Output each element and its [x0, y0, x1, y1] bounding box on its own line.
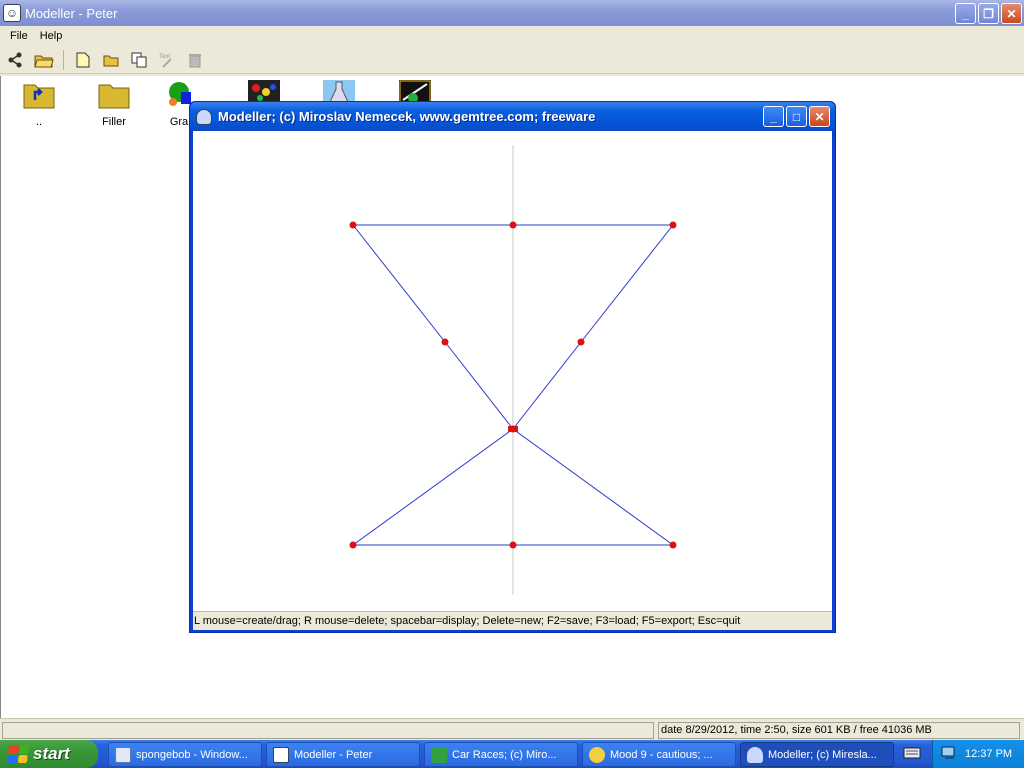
- task-spongebob[interactable]: spongebob - Window...: [108, 742, 262, 767]
- control-point[interactable]: [509, 541, 517, 549]
- toolbar: Text: [0, 46, 1024, 74]
- main-title-bar[interactable]: ☺ Modeller - Peter _ ❐ ✕: [0, 0, 1024, 26]
- new-file-icon[interactable]: [71, 48, 95, 72]
- minimize-button[interactable]: _: [955, 3, 976, 24]
- modeller-drop-icon: [747, 746, 763, 763]
- modeller-close-button[interactable]: ✕: [809, 106, 830, 127]
- modeller-drop-icon: [196, 108, 212, 125]
- task-label: Car Races; (c) Miro...: [452, 748, 557, 761]
- control-point[interactable]: [349, 541, 357, 549]
- start-button[interactable]: start: [0, 740, 98, 768]
- rename-text-icon[interactable]: Text: [155, 48, 179, 72]
- windows-flag-icon: [6, 745, 30, 763]
- center-control-point[interactable]: [508, 426, 518, 432]
- car-races-icon: [431, 746, 447, 763]
- control-point[interactable]: [349, 221, 357, 229]
- tree-icon[interactable]: [4, 48, 28, 72]
- open-folder-icon[interactable]: [32, 48, 56, 72]
- modeller-help-status: L mouse=create/drag; R mouse=delete; spa…: [193, 611, 832, 630]
- control-point[interactable]: [509, 221, 517, 229]
- toolbar-separator: [63, 49, 64, 70]
- menu-file[interactable]: File: [4, 30, 34, 42]
- control-point[interactable]: [669, 541, 677, 549]
- task-label: Mood 9 - cautious; ...: [610, 748, 713, 761]
- main-status-bar: date 8/29/2012, time 2:50, size 601 KB /…: [0, 718, 1024, 740]
- copy-icon[interactable]: [127, 48, 151, 72]
- modeller-maximize-button[interactable]: □: [786, 106, 807, 127]
- keyboard-icon[interactable]: [903, 746, 921, 760]
- taskbar: start spongebob - Window... Modeller - P…: [0, 740, 1024, 768]
- menu-bar: File Help: [0, 26, 1024, 46]
- task-mood[interactable]: Mood 9 - cautious; ...: [582, 742, 736, 767]
- folder-icon: [98, 80, 130, 110]
- status-date-size: date 8/29/2012, time 2:50, size 601 KB /…: [658, 722, 1020, 739]
- file-item-parent[interactable]: ..: [9, 80, 69, 128]
- delete-trash-icon[interactable]: [183, 48, 207, 72]
- modeller-title-bar[interactable]: Modeller; (c) Miroslav Nemecek, www.gemt…: [190, 102, 835, 131]
- task-label: Modeller; (c) Miresla...: [768, 748, 877, 761]
- task-modeller-active[interactable]: Modeller; (c) Miresla...: [740, 742, 894, 767]
- task-label: spongebob - Window...: [136, 748, 248, 761]
- control-point[interactable]: [441, 338, 449, 346]
- restore-button[interactable]: ❐: [978, 3, 999, 24]
- modeller-canvas[interactable]: [193, 131, 832, 611]
- parent-folder-icon: [23, 80, 55, 110]
- modeller-app-icon: ☺: [3, 4, 21, 22]
- smiley-icon: [589, 746, 605, 763]
- main-window-title: Modeller - Peter: [25, 5, 118, 21]
- control-point[interactable]: [577, 338, 585, 346]
- control-point[interactable]: [669, 221, 677, 229]
- close-button[interactable]: ✕: [1001, 3, 1022, 24]
- start-label: start: [33, 744, 70, 763]
- modeller-window: Modeller; (c) Miroslav Nemecek, www.gemt…: [189, 101, 836, 633]
- clock: 12:37 PM: [965, 748, 1013, 760]
- file-item-label: Filler: [102, 116, 126, 128]
- modeller-minimize-button[interactable]: _: [763, 106, 784, 127]
- model-drawing[interactable]: [193, 131, 832, 611]
- task-label: Modeller - Peter: [294, 748, 373, 761]
- modeller-window-title: Modeller; (c) Miroslav Nemecek, www.gemt…: [218, 109, 596, 124]
- network-icon[interactable]: [941, 746, 957, 763]
- file-item-label: ..: [35, 116, 43, 128]
- system-tray: 12:37 PM: [932, 740, 1024, 768]
- file-item-filler[interactable]: Filler: [84, 80, 144, 128]
- image-viewer-icon: [115, 746, 131, 763]
- svg-text:Text: Text: [159, 54, 170, 60]
- task-car-races[interactable]: Car Races; (c) Miro...: [424, 742, 578, 767]
- task-modeller-peter[interactable]: Modeller - Peter: [266, 742, 420, 767]
- menu-help[interactable]: Help: [34, 30, 69, 42]
- new-folder-icon[interactable]: [99, 48, 123, 72]
- modeller-app-icon: [273, 746, 289, 763]
- status-panel-left: [2, 722, 654, 739]
